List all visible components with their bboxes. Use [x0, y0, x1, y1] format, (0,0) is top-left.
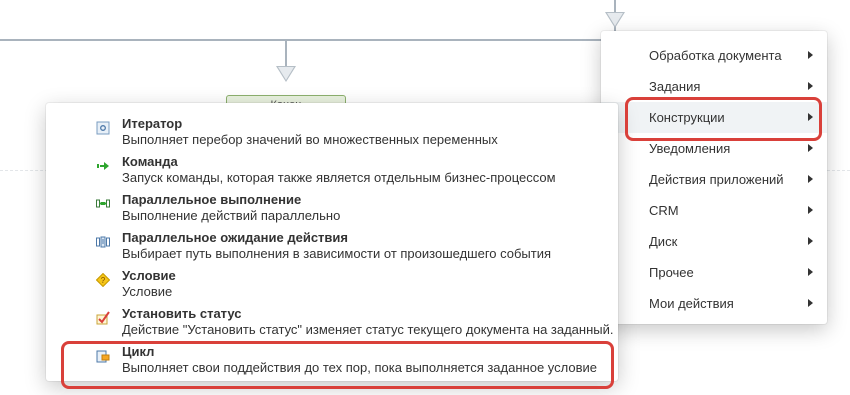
chevron-right-icon: [808, 82, 813, 90]
menu-item-label: Уведомления: [649, 141, 731, 156]
submenu-item-title: Параллельное ожидание действия: [122, 230, 348, 245]
submenu-item-description: Выполняет свои поддействия до тех пор, п…: [122, 360, 597, 375]
submenu-item-title: Параллельное выполнение: [122, 192, 302, 207]
submenu-item-parallel-wait[interactable]: Параллельное ожидание действия Выбирает …: [46, 230, 618, 268]
activity-context-menu: Обработка документа Задания Конструкции …: [601, 31, 827, 324]
chevron-right-icon: [808, 144, 813, 152]
menu-item-label: Диск: [649, 234, 678, 249]
chevron-right-icon: [808, 175, 813, 183]
iterator-icon: [96, 121, 110, 135]
menu-item-label: Действия приложений: [649, 172, 784, 187]
menu-item-label: Обработка документа: [649, 48, 782, 63]
chevron-right-icon: [808, 51, 813, 59]
submenu-item-title: Цикл: [122, 344, 155, 359]
submenu-item-description: Выполняет перебор значений во множествен…: [122, 132, 498, 147]
menu-item-document-processing[interactable]: Обработка документа: [601, 40, 827, 71]
arrow-down-icon: [605, 12, 625, 28]
submenu-item-description: Условие: [122, 284, 173, 299]
submenu-item-title: Условие: [122, 268, 176, 283]
menu-item-label: CRM: [649, 203, 679, 218]
chevron-right-icon: [808, 299, 813, 307]
menu-item-other[interactable]: Прочее: [601, 257, 827, 288]
menu-item-app-actions[interactable]: Действия приложений: [601, 164, 827, 195]
submenu-item-set-status[interactable]: Установить статус Действие "Установить с…: [46, 306, 618, 344]
parallel-wait-icon: [96, 236, 110, 248]
menu-item-label: Мои действия: [649, 296, 734, 311]
connector-line-horizontal: [0, 39, 620, 41]
menu-item-tasks[interactable]: Задания: [601, 71, 827, 102]
menu-item-label: Конструкции: [649, 110, 725, 125]
submenu-item-iterator[interactable]: Итератор Выполняет перебор значений во м…: [46, 116, 618, 154]
menu-item-label: Задания: [649, 79, 701, 94]
chevron-right-icon: [808, 113, 813, 121]
menu-item-notifications[interactable]: Уведомления: [601, 133, 827, 164]
submenu-item-description: Действие "Установить статус" изменяет ст…: [122, 322, 614, 337]
workflow-designer-canvas: Конец Обработка документа Задания Констр…: [0, 0, 850, 395]
menu-item-my-actions[interactable]: Мои действия: [601, 288, 827, 319]
svg-text:?: ?: [101, 276, 106, 285]
chevron-right-icon: [808, 268, 813, 276]
submenu-item-parallel-execution[interactable]: Параллельное выполнение Выполнение дейст…: [46, 192, 618, 230]
command-icon: [97, 162, 109, 170]
submenu-item-description: Выполнение действий параллельно: [122, 208, 341, 223]
chevron-right-icon: [808, 237, 813, 245]
loop-icon: [96, 350, 110, 363]
menu-item-label: Прочее: [649, 265, 694, 280]
menu-item-constructions[interactable]: Конструкции: [601, 102, 827, 133]
submenu-item-description: Выбирает путь выполнения в зависимости о…: [122, 246, 552, 261]
set-status-icon: [96, 311, 110, 325]
submenu-item-loop[interactable]: Цикл Выполняет свои поддействия до тех п…: [46, 344, 618, 382]
menu-item-crm[interactable]: CRM: [601, 195, 827, 226]
menu-item-disk[interactable]: Диск: [601, 226, 827, 257]
chevron-right-icon: [808, 206, 813, 214]
submenu-item-command[interactable]: Команда Запуск команды, которая также яв…: [46, 154, 618, 192]
constructions-submenu: Итератор Выполняет перебор значений во м…: [46, 103, 618, 381]
submenu-item-title: Установить статус: [122, 306, 242, 321]
submenu-item-title: Итератор: [122, 116, 183, 131]
submenu-item-condition[interactable]: ? Условие Условие: [46, 268, 618, 306]
condition-icon: ?: [96, 273, 110, 287]
submenu-item-description: Запуск команды, которая также является о…: [122, 170, 556, 185]
parallel-icon: [96, 199, 110, 208]
submenu-item-title: Команда: [122, 154, 178, 169]
arrow-down-icon: [276, 66, 296, 82]
